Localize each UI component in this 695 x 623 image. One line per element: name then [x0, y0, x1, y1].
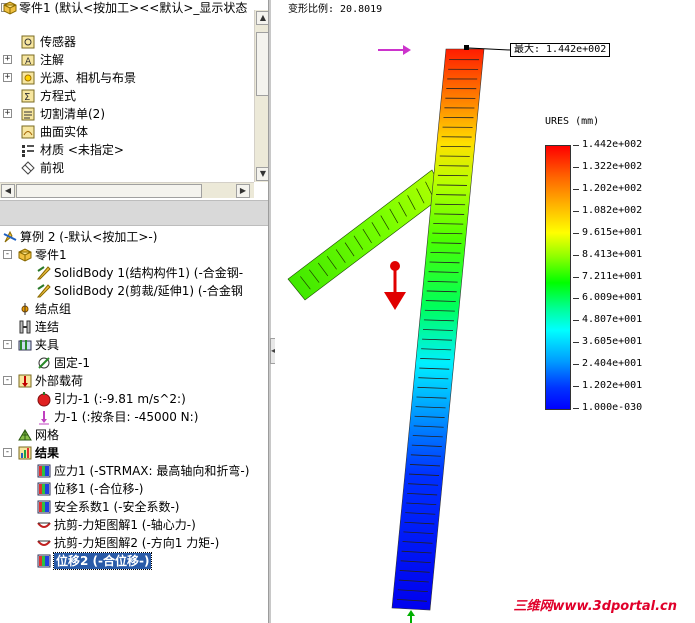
legend-title: URES (mm): [545, 116, 600, 127]
max-node-marker: [464, 45, 469, 50]
force-load-arrow[interactable]: [384, 261, 406, 310]
legend-value-label: 1.202e+002: [582, 183, 643, 194]
legend-value-label: 6.009e+001: [582, 292, 643, 303]
legend-tick: [573, 233, 579, 234]
legend-tick: [573, 167, 579, 168]
watermark-text: 三维网www.3dportal.cn: [513, 599, 677, 614]
legend-color-bar: [545, 145, 571, 410]
legend-value-label: 8.413e+001: [582, 249, 643, 260]
branch-beam: [287, 169, 445, 301]
legend-tick: [573, 408, 579, 409]
fixture-arrow: [407, 610, 415, 623]
legend-value-label: 1.202e+001: [582, 380, 643, 391]
legend-value-label: 4.807e+001: [582, 314, 643, 325]
legend-value-label: 9.615e+001: [582, 227, 643, 238]
max-value-label: 最大: 1.442e+002: [510, 43, 611, 57]
main-mesh-line: [436, 194, 467, 196]
main-mesh-line: [435, 203, 466, 206]
deformation-scale-label: 变形比例: 20.8019: [288, 4, 383, 15]
legend-tick: [573, 298, 579, 299]
legend-value-label: 1.000e-030: [582, 402, 643, 413]
legend-tick: [573, 364, 579, 365]
legend-tick: [573, 189, 579, 190]
legend-tick: [573, 386, 579, 387]
legend-tick: [573, 211, 579, 212]
legend-tick: [573, 342, 579, 343]
legend-tick: [573, 255, 579, 256]
legend-value-label: 1.442e+002: [582, 139, 643, 150]
legend-tick: [573, 277, 579, 278]
legend-value-label: 1.082e+002: [582, 205, 643, 216]
deformed-beam-model: [287, 45, 511, 623]
legend-tick: [573, 320, 579, 321]
main-beam: [391, 48, 485, 611]
legend-value-label: 3.605e+001: [582, 336, 643, 347]
legend-value-label: 2.404e+001: [582, 358, 643, 369]
legend-value-label: 1.322e+002: [582, 161, 643, 172]
legend-value-label: 7.211e+001: [582, 271, 643, 282]
max-pointer-arrow: [378, 45, 411, 55]
legend-tick: [573, 145, 579, 146]
